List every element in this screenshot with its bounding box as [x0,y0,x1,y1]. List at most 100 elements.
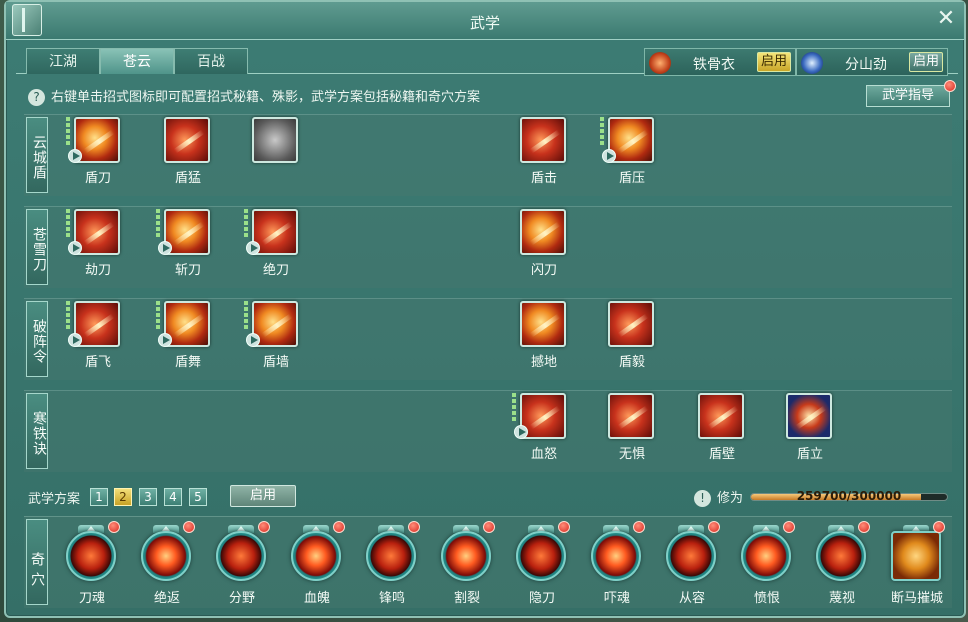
skill-slot[interactable]: 盾刀 [66,115,128,195]
qixue-icon[interactable] [141,531,191,581]
guide-button[interactable]: 武学指导 [866,85,950,107]
plan-option-3[interactable]: 3 [139,488,157,506]
qixue-icon[interactable] [891,531,941,581]
skill-icon[interactable] [520,117,566,163]
skill-icon[interactable] [520,301,566,347]
charge-bars [244,301,248,331]
skill-slot[interactable]: 撼地 [514,299,574,379]
plan-option-5[interactable]: 5 [189,488,207,506]
notification-dot [783,521,795,533]
tab-jianghu[interactable]: 江湖 [26,48,100,74]
play-icon[interactable] [602,149,616,163]
row-label: 寒铁诀 [26,393,48,469]
qixue-icon[interactable] [666,531,716,581]
qixue-slot[interactable]: 愤恨 [735,521,803,607]
charge-bars [244,209,248,239]
play-icon[interactable] [514,425,528,439]
skill-slot[interactable]: 盾壁 [692,391,752,471]
skill-slot[interactable]: 无惧 [602,391,662,471]
qixue-slot[interactable]: 分野 [210,521,278,607]
skill-slot[interactable]: 盾击 [514,115,574,195]
skill-slot[interactable]: 血怒 [512,391,574,471]
stance-enable-button[interactable]: 启用 [909,52,943,72]
qixue-slot[interactable]: 断马摧城 [885,521,953,607]
qixue-slot[interactable]: 刀魂 [60,521,128,607]
play-icon[interactable] [68,241,82,255]
locked-skill-icon[interactable] [252,117,298,163]
question-icon[interactable]: ? [28,89,45,106]
qixue-slot[interactable]: 割裂 [435,521,503,607]
play-icon[interactable] [246,333,260,347]
skill-label: 盾立 [796,447,823,462]
play-icon[interactable] [68,149,82,163]
qixue-icon[interactable] [66,531,116,581]
skill-slot[interactable]: 盾飞 [66,299,128,379]
charge-bars [66,117,70,147]
skill-slot[interactable]: 盾压 [600,115,662,195]
skill-icon[interactable] [608,301,654,347]
skill-slot[interactable]: 盾立 [780,391,840,471]
play-icon[interactable] [68,333,82,347]
qixue-item-label: 血魄 [303,591,330,606]
qixue-slot[interactable]: 吓魂 [585,521,653,607]
skill-slot[interactable]: 盾舞 [156,299,218,379]
charge-bars [66,209,70,239]
qixue-icon[interactable] [816,531,866,581]
skill-label: 盾毅 [618,355,645,370]
qixue-icon[interactable] [741,531,791,581]
exclamation-icon[interactable]: ! [694,490,711,507]
qixue-slot[interactable]: 隐刀 [510,521,578,607]
charge-bars [600,117,604,147]
skill-slot[interactable]: 闪刀 [514,207,574,287]
skill-label: 盾墙 [262,355,289,370]
skill-slot[interactable]: 盾墙 [244,299,306,379]
tab-cangyun[interactable]: 苍云 [100,48,174,74]
plan-option-1[interactable]: 1 [90,488,108,506]
skill-label: 盾击 [530,171,557,186]
row-label: 苍雪刀 [26,209,48,285]
qixue-slot[interactable]: 蔑视 [810,521,878,607]
skill-slot[interactable] [246,115,306,195]
play-icon[interactable] [158,241,172,255]
skill-slot[interactable]: 斩刀 [156,207,218,287]
qixue-item-label: 吓魂 [603,591,630,606]
close-icon[interactable]: ✕ [934,8,958,32]
qixue-icon[interactable] [291,531,341,581]
notification-dot [258,521,270,533]
qixue-slot[interactable]: 从容 [660,521,728,607]
qixue-label: 奇穴 [26,519,48,605]
skill-icon[interactable] [520,209,566,255]
qixue-icon[interactable] [516,531,566,581]
skill-icon[interactable] [786,393,832,439]
play-icon[interactable] [158,333,172,347]
notification-dot [633,521,645,533]
notification-dot [933,521,945,533]
skill-slot[interactable]: 劫刀 [66,207,128,287]
plan-apply-button[interactable]: 启用 [230,485,296,507]
cultivation-label-wrap: ! 修为 [694,487,743,507]
row-label: 云城盾 [26,117,48,193]
tab-baizhan[interactable]: 百战 [174,48,248,74]
cultivation-value: 259700/300000 [796,489,902,503]
play-icon[interactable] [246,241,260,255]
plan-option-2[interactable]: 2 [114,488,132,506]
qixue-icon[interactable] [591,531,641,581]
skill-slot[interactable]: 绝刀 [244,207,306,287]
qixue-icon[interactable] [216,531,266,581]
qixue-slot[interactable]: 锋鸣 [360,521,428,607]
qixue-icon[interactable] [441,531,491,581]
skill-icon[interactable] [164,117,210,163]
qixue-icon[interactable] [366,531,416,581]
qixue-item-label: 刀魂 [78,591,105,606]
window-title: 武学 [469,14,500,32]
skill-slot[interactable]: 盾毅 [602,299,662,379]
skill-slot[interactable]: 盾猛 [158,115,218,195]
plan-option-4[interactable]: 4 [164,488,182,506]
skill-icon[interactable] [698,393,744,439]
qixue-slot[interactable]: 绝返 [135,521,203,607]
title-bar[interactable]: 武学 ✕ [6,2,964,40]
skill-label: 盾压 [618,171,645,186]
skill-icon[interactable] [608,393,654,439]
qixue-slot[interactable]: 血魄 [285,521,353,607]
stance-enable-button[interactable]: 启用 [757,52,791,72]
